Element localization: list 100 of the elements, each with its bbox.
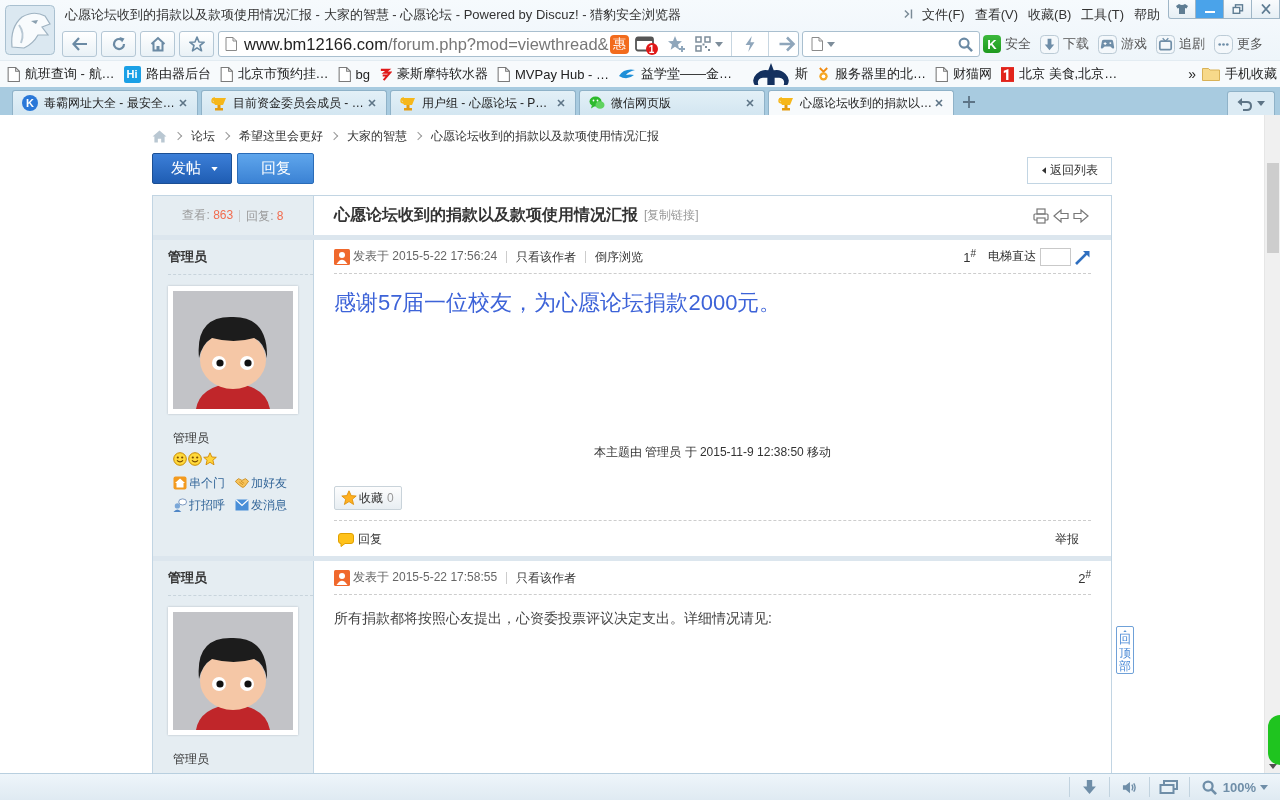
breadcrumb-link[interactable]: 心愿论坛收到的捐款以及款项使用情况汇报 bbox=[431, 127, 659, 145]
bookmark[interactable]: 北京市预约挂… bbox=[219, 65, 329, 83]
url-text[interactable]: www.bm12166.com/forum.php?mod=viewthread& bbox=[244, 34, 609, 54]
scrollbar-thumb[interactable] bbox=[1267, 163, 1279, 253]
search-icon[interactable] bbox=[958, 36, 973, 52]
menu-item[interactable]: 收藏(B) bbox=[1028, 6, 1072, 24]
windows-icon[interactable] bbox=[1159, 780, 1180, 794]
jump-field[interactable] bbox=[1040, 247, 1071, 266]
post-link[interactable]: 倒序浏览 bbox=[585, 250, 644, 263]
refresh-icon bbox=[110, 36, 127, 52]
reply-link[interactable]: 回复 bbox=[338, 531, 382, 548]
page-icon bbox=[337, 66, 351, 82]
more-icon bbox=[1214, 34, 1233, 54]
report-link[interactable]: 举报 bbox=[1055, 531, 1079, 548]
menu-item[interactable]: 工具(T) bbox=[1081, 6, 1124, 24]
back-to-top-button[interactable]: 回顶部 bbox=[1116, 626, 1134, 674]
hi-logo: Hi bbox=[123, 65, 141, 83]
chat-bubble-icon bbox=[589, 95, 605, 111]
refresh-button[interactable] bbox=[101, 31, 136, 57]
bookmark[interactable]: 豪斯摩特软水器 bbox=[379, 65, 489, 83]
bookmark-button[interactable] bbox=[179, 31, 214, 57]
previous-arrow-icon[interactable] bbox=[1053, 207, 1069, 224]
close-icon[interactable] bbox=[935, 99, 943, 107]
more-button[interactable]: 更多 bbox=[1214, 31, 1263, 57]
post-link[interactable]: 只看该作者 bbox=[506, 250, 577, 263]
profile-link[interactable]: 发消息 bbox=[235, 496, 287, 514]
games-button[interactable]: 游戏 bbox=[1098, 31, 1147, 57]
scroll-down-arrow-icon[interactable] bbox=[1269, 764, 1277, 769]
jump-label: 电梯直达 bbox=[988, 248, 1036, 265]
bookmark[interactable]: bg bbox=[337, 66, 371, 82]
back-to-list-button[interactable]: 返回列表 bbox=[1027, 157, 1112, 184]
profile-link[interactable]: 打招呼 bbox=[173, 496, 225, 514]
breadcrumb-link[interactable]: 论坛 bbox=[191, 127, 215, 145]
close-button[interactable] bbox=[1252, 0, 1280, 19]
caret-icon[interactable] bbox=[714, 41, 723, 47]
page-icon bbox=[811, 37, 823, 51]
next-arrow-icon[interactable] bbox=[1073, 207, 1089, 224]
diagonal-arrow-icon[interactable] bbox=[1075, 248, 1091, 265]
star-plus-icon[interactable] bbox=[666, 35, 687, 53]
browser-tab[interactable]: 用户组 - 心愿论坛 - P… bbox=[390, 90, 576, 115]
caret-icon[interactable] bbox=[827, 41, 835, 47]
download-icon[interactable] bbox=[1081, 779, 1097, 795]
bookmark[interactable]: 益学堂——金… bbox=[617, 65, 732, 83]
page-icon bbox=[934, 66, 948, 82]
avatar-drawing[interactable] bbox=[168, 286, 298, 414]
profile-link[interactable]: 加好友 bbox=[235, 474, 287, 492]
minimize-button[interactable] bbox=[1196, 0, 1224, 19]
bookmark[interactable]: MVPay Hub - … bbox=[497, 66, 609, 82]
bookmark[interactable]: Hi 路由器后台 bbox=[123, 65, 211, 83]
browser-tab[interactable]: 微信网页版 bbox=[579, 90, 765, 115]
menu-item[interactable]: 帮助 bbox=[1134, 6, 1160, 24]
speaker-icon[interactable] bbox=[1121, 779, 1137, 795]
bookmark[interactable]: 服务器里的北… bbox=[816, 65, 926, 83]
close-icon[interactable] bbox=[746, 99, 754, 107]
security-button[interactable]: K 安全 bbox=[983, 31, 1031, 57]
page-icon bbox=[219, 66, 233, 82]
post-link[interactable]: 只看该作者 bbox=[506, 571, 577, 584]
print-icon[interactable] bbox=[1033, 207, 1049, 224]
home-button[interactable] bbox=[140, 31, 175, 57]
close-icon[interactable] bbox=[368, 99, 376, 107]
bookmark[interactable]: 斯 bbox=[740, 63, 808, 85]
menu-item[interactable]: 查看(V) bbox=[974, 6, 1019, 24]
skin-button[interactable] bbox=[1168, 0, 1196, 19]
download-button[interactable]: 下载 bbox=[1040, 31, 1089, 57]
undo-button[interactable] bbox=[1227, 91, 1275, 115]
page-icon bbox=[225, 37, 237, 51]
close-icon[interactable] bbox=[179, 99, 187, 107]
profile-link[interactable]: 串个门 bbox=[173, 474, 225, 492]
browser-logo-icon[interactable] bbox=[5, 5, 55, 55]
squiggle-logo-icon bbox=[379, 66, 393, 82]
new-post-button[interactable]: 发帖 bbox=[152, 153, 232, 184]
bookmark[interactable]: 航班查询 - 航… bbox=[7, 65, 115, 83]
browser-tab[interactable]: K 毒霸网址大全 - 最安全… bbox=[12, 90, 198, 115]
restore-icon bbox=[1231, 4, 1244, 14]
tv-shows-button[interactable]: 追剧 bbox=[1156, 31, 1205, 57]
favorite-button[interactable]: 收藏 0 bbox=[334, 486, 402, 510]
browser-tab[interactable]: 心愿论坛收到的捐款以… bbox=[768, 90, 954, 115]
bookmark[interactable]: 财猫网 bbox=[934, 65, 992, 83]
back-button[interactable] bbox=[62, 31, 97, 57]
smiley-icon bbox=[188, 452, 202, 466]
bookmark-folder[interactable]: 手机收藏 bbox=[1202, 65, 1277, 83]
author-name[interactable]: 管理员 bbox=[168, 569, 207, 587]
user-icon bbox=[334, 248, 350, 265]
bookmark[interactable]: 北京 美食,北京… bbox=[1000, 65, 1118, 83]
caret-left-icon bbox=[1041, 167, 1046, 174]
collapse-menu-icon[interactable] bbox=[904, 8, 914, 20]
menu-item[interactable]: 文件(F) bbox=[922, 6, 965, 24]
search-field[interactable] bbox=[802, 31, 980, 57]
browser-tab[interactable]: 目前资金委员会成员 - … bbox=[201, 90, 387, 115]
breadcrumb-link[interactable]: 大家的智慧 bbox=[347, 127, 407, 145]
restore-button[interactable] bbox=[1224, 0, 1252, 19]
avatar-drawing[interactable] bbox=[168, 607, 298, 735]
plus-icon bbox=[963, 96, 975, 108]
author-name[interactable]: 管理员 bbox=[168, 248, 207, 266]
qr-code-icon[interactable] bbox=[694, 36, 711, 52]
address-bar[interactable]: www.bm12166.com/forum.php?mod=viewthread& 惠 1 bbox=[218, 31, 799, 57]
more-bookmarks-button[interactable]: » bbox=[1188, 66, 1196, 82]
breadcrumb-link[interactable]: 希望这里会更好 bbox=[239, 127, 323, 145]
logo-icon bbox=[1000, 66, 1014, 82]
close-icon[interactable] bbox=[557, 99, 565, 107]
